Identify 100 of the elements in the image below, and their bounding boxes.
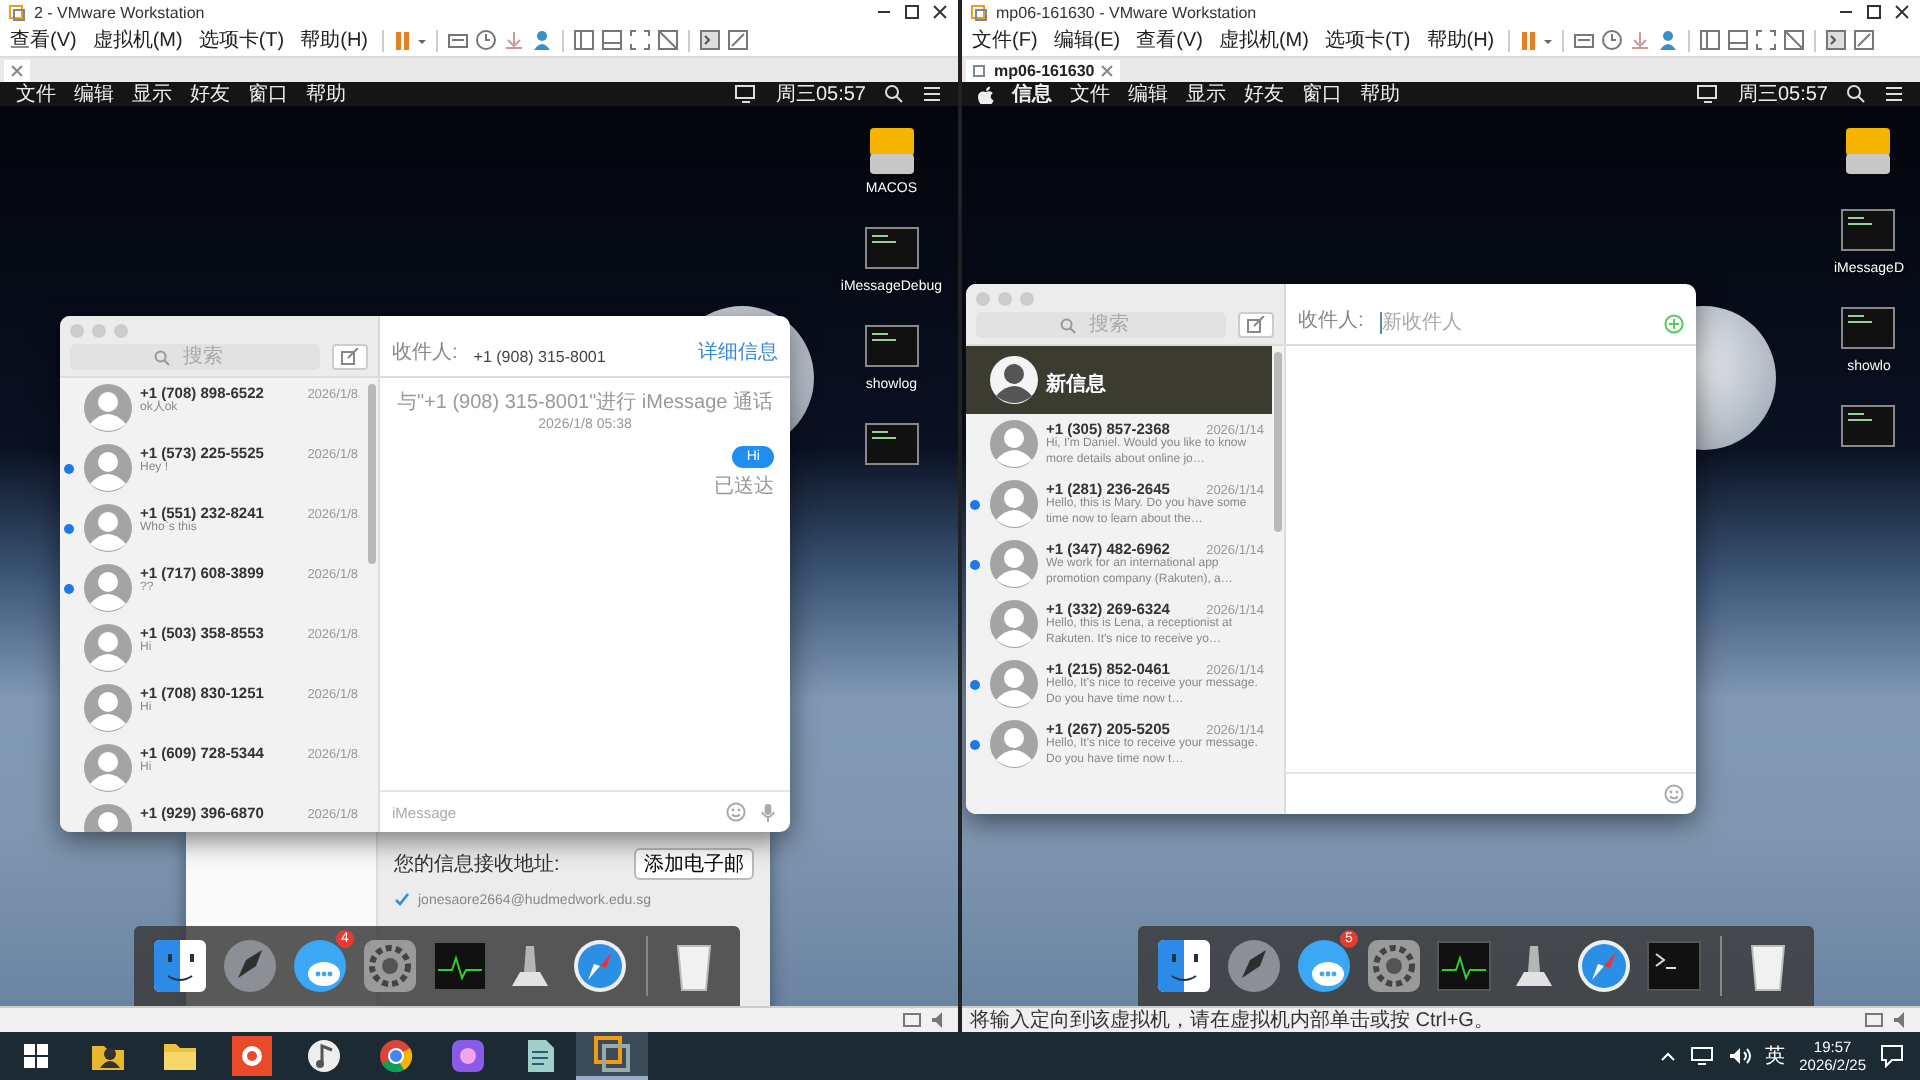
menu-item[interactable]: 窗口 bbox=[1302, 80, 1342, 108]
caret-icon[interactable] bbox=[1659, 1048, 1676, 1064]
keyboard-icon[interactable] bbox=[446, 28, 471, 52]
clock-icon[interactable] bbox=[1600, 28, 1625, 52]
search-icon[interactable] bbox=[1846, 84, 1866, 104]
terminal-icon[interactable] bbox=[1644, 936, 1704, 996]
menu-item[interactable]: 选项卡(T) bbox=[1318, 26, 1417, 54]
menu-item[interactable]: 查看(V) bbox=[1130, 26, 1209, 54]
add-email-button[interactable]: 添加电子邮 bbox=[634, 848, 754, 880]
input-method[interactable]: 英 bbox=[1765, 1042, 1786, 1070]
start-icon[interactable] bbox=[22, 1042, 50, 1070]
close-icon[interactable] bbox=[1892, 2, 1912, 22]
clock-icon[interactable] bbox=[474, 28, 499, 52]
close-dot[interactable] bbox=[976, 292, 990, 306]
gear-icon[interactable] bbox=[1364, 936, 1424, 996]
list-icon[interactable] bbox=[922, 84, 942, 104]
close-dot[interactable] bbox=[70, 324, 84, 338]
maximize-icon[interactable] bbox=[1864, 2, 1884, 22]
display-icon[interactable] bbox=[733, 84, 758, 104]
keyboard-icon[interactable] bbox=[1572, 28, 1597, 52]
record-icon[interactable] bbox=[232, 1036, 272, 1076]
details-link[interactable]: 详细信息 bbox=[698, 338, 778, 366]
checkbox[interactable] bbox=[394, 892, 410, 908]
gear-icon[interactable] bbox=[360, 936, 420, 996]
rocket-icon[interactable] bbox=[1224, 936, 1284, 996]
menu-item[interactable]: 查看(V) bbox=[4, 26, 83, 54]
stretch-icon[interactable] bbox=[1852, 28, 1877, 52]
menu-item[interactable]: 帮助 bbox=[306, 80, 346, 108]
fullscreen-icon[interactable] bbox=[1754, 28, 1779, 52]
vm-tab[interactable] bbox=[4, 60, 30, 82]
list-icon[interactable] bbox=[1884, 84, 1904, 104]
panel-icon[interactable] bbox=[1726, 28, 1751, 52]
menu-item[interactable]: 文件 bbox=[1070, 80, 1110, 108]
menubar-clock[interactable]: 周三05:57 bbox=[1737, 80, 1828, 108]
console-icon[interactable] bbox=[698, 28, 723, 52]
zoom-dot[interactable] bbox=[114, 324, 128, 338]
menu-item[interactable]: 显示 bbox=[1186, 80, 1226, 108]
menu-item[interactable]: 帮助(H) bbox=[294, 26, 375, 54]
unity-icon[interactable] bbox=[1782, 28, 1807, 52]
app-tile-icon[interactable] bbox=[448, 1036, 488, 1076]
scrollbar-thumb[interactable] bbox=[368, 384, 376, 564]
menu-item[interactable]: 编辑(E) bbox=[1047, 26, 1127, 54]
scrollbar-thumb[interactable] bbox=[1274, 352, 1282, 532]
color-wheel-icon[interactable] bbox=[376, 1036, 416, 1076]
taskbar-button[interactable] bbox=[576, 1032, 648, 1080]
display-icon[interactable] bbox=[1695, 84, 1720, 104]
speaker-icon[interactable] bbox=[1727, 1046, 1752, 1066]
menu-item[interactable]: 显示 bbox=[132, 80, 172, 108]
console-icon[interactable] bbox=[1824, 28, 1849, 52]
rocket-icon[interactable] bbox=[220, 936, 280, 996]
menu-item[interactable]: 帮助(H) bbox=[1420, 26, 1501, 54]
zoom-dot[interactable] bbox=[1020, 292, 1034, 306]
pause-icon[interactable] bbox=[1518, 29, 1539, 51]
pause-icon[interactable] bbox=[392, 29, 413, 51]
menu-item[interactable]: 选项卡(T) bbox=[192, 26, 291, 54]
menu-item[interactable]: 文件 bbox=[16, 80, 56, 108]
sidebar-icon[interactable] bbox=[1698, 28, 1723, 52]
notification-icon[interactable] bbox=[1880, 1044, 1904, 1068]
network-icon[interactable] bbox=[1689, 1046, 1714, 1066]
menu-item[interactable]: 好友 bbox=[1244, 80, 1284, 108]
contact-name: 新信息 bbox=[1046, 373, 1106, 395]
overlapping-squares-icon[interactable] bbox=[592, 1034, 632, 1074]
maximize-icon[interactable] bbox=[902, 2, 922, 22]
menu-item[interactable]: 编辑 bbox=[74, 80, 114, 108]
menu-item[interactable]: 信息 bbox=[1012, 80, 1052, 108]
search-field[interactable]: 搜索 bbox=[976, 312, 1226, 338]
conversation-item[interactable]: 新信息 bbox=[966, 346, 1272, 414]
chat-bubble-icon[interactable] bbox=[290, 936, 350, 996]
compose-button[interactable] bbox=[332, 344, 368, 370]
unity-icon[interactable] bbox=[656, 28, 681, 52]
menu-item[interactable]: 虚拟机(M) bbox=[86, 26, 189, 54]
search-icon[interactable] bbox=[884, 84, 904, 104]
smiley-face-icon[interactable] bbox=[1154, 936, 1214, 996]
menubar-clock[interactable]: 周三05:57 bbox=[775, 80, 866, 108]
smiley-face-icon[interactable] bbox=[150, 936, 210, 996]
chat-bubble-icon[interactable] bbox=[1294, 936, 1354, 996]
fullscreen-icon[interactable] bbox=[628, 28, 653, 52]
close-icon[interactable] bbox=[930, 2, 950, 22]
vm-tab[interactable]: mp06-161630 bbox=[966, 60, 1121, 82]
music-note-icon[interactable] bbox=[304, 1036, 344, 1076]
sidebar-icon[interactable] bbox=[572, 28, 597, 52]
menu-item[interactable]: 帮助 bbox=[1360, 80, 1400, 108]
menu-item[interactable]: 编辑 bbox=[1128, 80, 1168, 108]
heartbeat-monitor-icon[interactable] bbox=[1434, 936, 1494, 996]
person-icon[interactable] bbox=[1656, 28, 1681, 52]
apple-logo-icon[interactable] bbox=[978, 85, 994, 103]
compass-icon[interactable] bbox=[1574, 936, 1634, 996]
compose-button[interactable] bbox=[1238, 312, 1274, 338]
search-field[interactable]: 搜索 bbox=[70, 344, 320, 370]
menu-item[interactable]: 窗口 bbox=[248, 80, 288, 108]
menu-item[interactable]: 虚拟机(M) bbox=[1212, 26, 1315, 54]
person-icon[interactable] bbox=[530, 28, 555, 52]
compass-icon[interactable] bbox=[570, 936, 630, 996]
minimize-dot[interactable] bbox=[92, 324, 106, 338]
panel-icon[interactable] bbox=[600, 28, 625, 52]
menu-item[interactable]: 文件(F) bbox=[966, 26, 1044, 54]
minimize-dot[interactable] bbox=[998, 292, 1012, 306]
menu-item[interactable]: 好友 bbox=[190, 80, 230, 108]
stretch-icon[interactable] bbox=[726, 28, 751, 52]
avatar-icon bbox=[82, 562, 134, 614]
